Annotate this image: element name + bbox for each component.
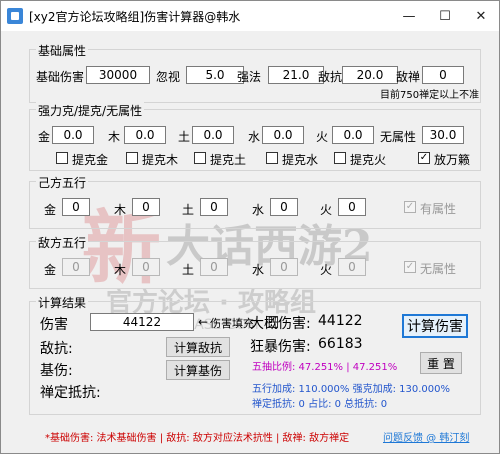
element-label: 无属性	[380, 130, 417, 144]
own-input-fire[interactable]: 0	[338, 198, 366, 216]
calc-damage-button[interactable]: 计算伤害	[402, 314, 468, 338]
own-label-earth: 土	[182, 203, 195, 217]
basic-group-title: 基础属性	[36, 42, 89, 59]
own-wuxing-title: 己方五行	[36, 174, 89, 191]
resist-note: 目前750禅定以上不准	[380, 90, 480, 101]
checkbox-checked[interactable]: ✓	[418, 152, 430, 164]
result-group: 计算结果 伤害 44122 ← 伤害填充 ✓ 敌抗: 计算敌抗 基伤: 计算基伤…	[29, 294, 481, 415]
enemy-wuxing-title: 敌方五行	[36, 234, 89, 251]
enemy-resist-result-label: 敌抗:	[40, 341, 73, 357]
enemy-sealed-label: 敌禅	[396, 70, 421, 84]
base-damage-input[interactable]: 30000	[86, 66, 150, 84]
close-button[interactable]: ✕	[465, 1, 497, 31]
enemy-input-earth[interactable]: 0	[200, 258, 228, 276]
enemy-attr-label: 无属性	[420, 262, 457, 276]
title-bar[interactable]: [xy2官方论坛攻略组]伤害计算器@韩水 — ☐ ✕	[1, 1, 499, 31]
element-input[interactable]: 0.0	[332, 126, 374, 144]
element-input[interactable]: 0.0	[52, 126, 94, 144]
result-group-title: 计算结果	[36, 294, 89, 311]
enemy-label-water: 水	[252, 263, 265, 277]
app-icon	[7, 8, 23, 24]
enemy-resist-label: 敌抗	[318, 70, 343, 84]
zen-stats-text: 禅定抵抗: 0 占比: 0 总抵抗: 0	[252, 399, 388, 410]
crit-damage-label: 狂暴伤害:	[250, 339, 311, 355]
strength-input[interactable]: 21.0	[268, 66, 324, 84]
own-label-wood: 木	[114, 203, 127, 217]
check-label: 提克土	[210, 153, 247, 167]
element-label: 木	[108, 130, 121, 144]
ignore-label: 忽视	[156, 70, 181, 84]
elements-group-title: 强力克/提克/无属性	[36, 102, 145, 119]
own-input-water[interactable]: 0	[270, 198, 298, 216]
element-label: 金	[38, 130, 51, 144]
elements-group: 强力克/提克/无属性 金 0.0 木 0.0 土 0.0 水 0.0 火 0.0	[29, 102, 481, 171]
enemy-sealed-input[interactable]: 0	[422, 66, 464, 84]
approx-damage-value: 44122	[318, 313, 363, 329]
damage-label: 伤害	[40, 317, 68, 333]
maximize-button[interactable]: ☐	[429, 1, 461, 31]
element-label: 火	[316, 130, 329, 144]
calc-resist-button[interactable]: 计算敌抗	[166, 337, 230, 357]
strength-label: 强法	[237, 70, 262, 84]
own-input-wood[interactable]: 0	[132, 198, 160, 216]
client-area: 新 大话西游2 官方论坛 · 攻略组 XY2.NETEASE.COM 基础属性 …	[1, 31, 499, 453]
enemy-input-fire[interactable]: 0	[338, 258, 366, 276]
enemy-input-water[interactable]: 0	[270, 258, 298, 276]
base-damage-result-label: 基伤:	[40, 363, 73, 379]
enemy-attr-checkbox[interactable]: ✓	[404, 261, 416, 273]
app-window: [xy2官方论坛攻略组]伤害计算器@韩水 — ☐ ✕ 新 大话西游2 官方论坛 …	[0, 0, 500, 454]
enemy-input-gold[interactable]: 0	[62, 258, 90, 276]
wuxing-bonus-text: 五行加成: 110.000% 强克加成: 130.000%	[252, 384, 450, 395]
fill-label: 伤害填充	[210, 317, 254, 330]
check-label: 提克木	[142, 153, 179, 167]
zen-resist-label: 禅定抵抗:	[40, 385, 101, 401]
element-input[interactable]: 0.0	[262, 126, 304, 144]
own-attr-checkbox[interactable]: ✓	[404, 201, 416, 213]
fill-arrow-icon: ←	[198, 315, 209, 329]
own-label-gold: 金	[44, 203, 57, 217]
enemy-label-fire: 火	[320, 263, 333, 277]
enemy-label-gold: 金	[44, 263, 57, 277]
element-input[interactable]: 0.0	[124, 126, 166, 144]
own-label-fire: 火	[320, 203, 333, 217]
own-attr-label: 有属性	[420, 202, 457, 216]
ignore-input[interactable]: 5.0	[186, 66, 244, 84]
five-ratio-text: 五抽比例: 47.251% | 47.251%	[252, 362, 398, 373]
check-label: 放万籁	[434, 153, 471, 167]
checkbox[interactable]	[334, 152, 346, 164]
own-wuxing-group: 己方五行 金 0 木 0 土 0 水 0 火 0 ✓ 有属性	[29, 174, 481, 229]
damage-output[interactable]: 44122	[90, 313, 194, 331]
own-input-earth[interactable]: 0	[200, 198, 228, 216]
enemy-label-wood: 木	[114, 263, 127, 277]
approx-damage-label: 大概伤害:	[250, 316, 311, 332]
enemy-label-earth: 土	[182, 263, 195, 277]
calc-base-button[interactable]: 计算基伤	[166, 360, 230, 380]
own-label-water: 水	[252, 203, 265, 217]
check-label: 提克火	[350, 153, 387, 167]
feedback-link[interactable]: 问题反馈 @ 韩汀刻	[383, 429, 469, 444]
element-label: 土	[178, 130, 191, 144]
footer-note: *基础伤害: 法术基础伤害 | 敌抗: 敌方对应法术抗性 | 敌禅: 敌方禅定	[45, 433, 350, 444]
checkbox[interactable]	[266, 152, 278, 164]
enemy-resist-input[interactable]: 20.0	[342, 66, 398, 84]
element-label: 水	[248, 130, 261, 144]
own-input-gold[interactable]: 0	[62, 198, 90, 216]
crit-damage-value: 66183	[318, 336, 363, 352]
checkbox[interactable]	[194, 152, 206, 164]
checkbox[interactable]	[56, 152, 68, 164]
element-input[interactable]: 30.0	[422, 126, 464, 144]
minimize-button[interactable]: —	[393, 1, 425, 31]
reset-button[interactable]: 重 置	[420, 352, 462, 374]
enemy-input-wood[interactable]: 0	[132, 258, 160, 276]
checkbox[interactable]	[126, 152, 138, 164]
window-title: [xy2官方论坛攻略组]伤害计算器@韩水	[29, 10, 241, 24]
basic-group: 基础属性 基础伤害 30000 忽视 5.0 强法 21.0 敌抗 20.0 敌…	[29, 42, 481, 103]
element-input[interactable]: 0.0	[192, 126, 234, 144]
check-label: 提克金	[72, 153, 109, 167]
check-label: 提克水	[282, 153, 319, 167]
enemy-wuxing-group: 敌方五行 金 0 木 0 土 0 水 0 火 0 ✓ 无属性	[29, 234, 481, 289]
base-damage-label: 基础伤害	[36, 70, 85, 84]
